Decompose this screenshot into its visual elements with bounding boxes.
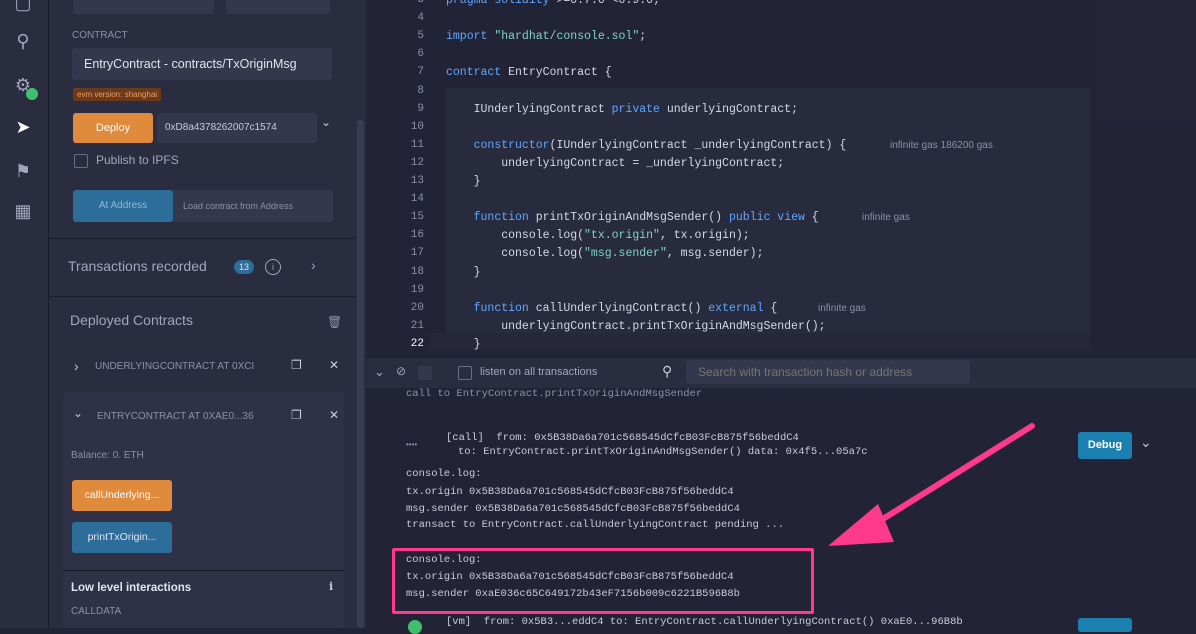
arrow-shaft xyxy=(859,423,1035,535)
annotation-arrow xyxy=(828,423,1035,546)
arrow-head xyxy=(828,504,894,546)
